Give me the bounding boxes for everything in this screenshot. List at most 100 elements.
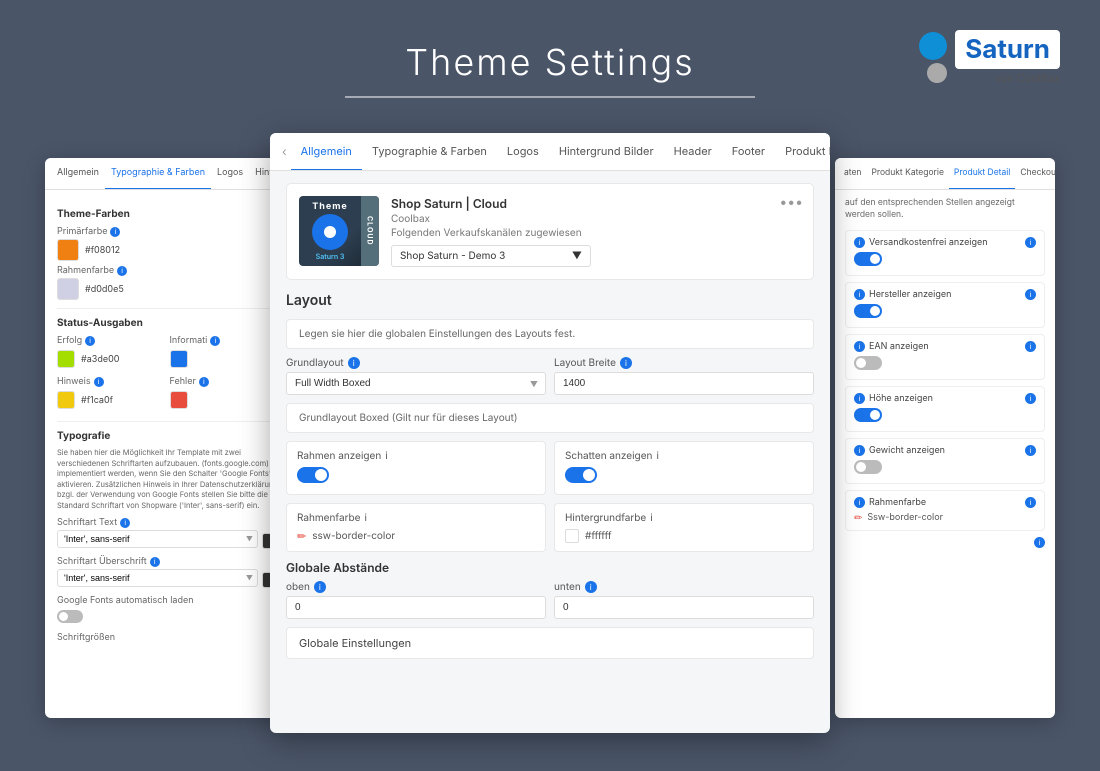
color-row-rahmen-hintergrund: Rahmenfarbe i ✏ ssw-border-color Hinterg…: [286, 503, 814, 552]
rahmenfarbe-group: Rahmenfarbe i ✏ ssw-border-color: [286, 503, 546, 552]
rahmenfarbe-pencil-icon[interactable]: ✏: [297, 529, 306, 543]
right-tab-aten[interactable]: aten: [839, 158, 866, 190]
tab-allgemein[interactable]: Allgemein: [291, 133, 362, 171]
left-border-value: #d0d0e5: [85, 284, 124, 295]
left-hint-info-icon[interactable]: i: [94, 377, 104, 387]
right-gewicht-toggle[interactable]: [854, 460, 882, 474]
oben-info-icon[interactable]: i: [314, 581, 326, 593]
left-font-text-info-icon[interactable]: i: [120, 518, 130, 528]
unten-info-icon[interactable]: i: [585, 581, 597, 593]
tab-produkt-kat[interactable]: Produkt Kategorie: [775, 133, 830, 171]
tab-typo[interactable]: Typographie & Farben: [362, 133, 497, 171]
layout-breite-label: Layout Breite i: [554, 357, 814, 369]
left-info-info-icon[interactable]: i: [210, 336, 220, 346]
hintergrundfarbe-label: Hintergrundfarbe i: [565, 512, 803, 524]
hintergrundfarbe-swatch[interactable]: [565, 529, 579, 543]
shop-dots-menu[interactable]: •••: [779, 194, 803, 211]
left-font-text-select[interactable]: 'Inter', sans-serif: [57, 530, 258, 548]
shop-company: Coolbax: [391, 213, 591, 225]
right-panel-content: auf den entsprechenden Stellen angezeigt…: [835, 190, 1055, 556]
left-success-info-icon[interactable]: i: [85, 336, 95, 346]
right-tab-checkout[interactable]: Checkout: [1015, 158, 1055, 190]
left-border-swatch[interactable]: [57, 278, 79, 300]
logo-sub: von CoolBax: [955, 71, 1060, 85]
logo-circles: [919, 32, 947, 83]
right-tab-produkt-detail[interactable]: Produkt Detail: [949, 158, 1015, 190]
left-status-info: Informati i: [170, 335, 279, 372]
hintergrundfarbe-info-icon[interactable]: i: [650, 512, 652, 524]
left-hint-swatch[interactable]: [57, 391, 75, 409]
layout-section-title: Layout: [286, 292, 814, 309]
right-gewicht-info2[interactable]: i: [1025, 445, 1036, 456]
right-versandkostenfrei-toggle[interactable]: [854, 252, 882, 266]
schatten-label: Schatten anzeigen i: [565, 450, 803, 462]
logo-text-wrap: Saturn von CoolBax: [955, 30, 1060, 85]
left-info-swatch[interactable]: [170, 350, 188, 368]
right-hersteller-info2[interactable]: i: [1025, 289, 1036, 300]
tab-hintergrund[interactable]: Hintergrund Bilder: [549, 133, 664, 171]
rahmenfarbe-info-icon[interactable]: i: [364, 512, 366, 524]
right-ean-info2[interactable]: i: [1025, 341, 1036, 352]
left-tab-allgemein[interactable]: Allgemein: [51, 158, 105, 190]
right-gewicht-label: i Gewicht anzeigen i: [854, 445, 1036, 456]
right-ean-toggle[interactable]: [854, 356, 882, 370]
logo-circle-gray: [927, 63, 947, 83]
unten-input[interactable]: [554, 596, 814, 619]
rahmenfarbe-input-wrap: ✏ ssw-border-color: [297, 529, 535, 543]
page-header: Theme Settings Saturn von CoolBax: [0, 0, 1100, 118]
rahmen-info-icon[interactable]: i: [385, 450, 387, 462]
left-font-headline-info-icon[interactable]: i: [150, 557, 160, 567]
left-google-fonts-toggle[interactable]: [57, 610, 83, 623]
schatten-toggle-group: Schatten anzeigen i: [554, 441, 814, 495]
right-hersteller-toggle[interactable]: [854, 304, 882, 318]
grundlayout-group: Grundlayout i Full Width Boxed: [286, 357, 546, 395]
left-error-swatch[interactable]: [170, 391, 188, 409]
left-success-swatch[interactable]: [57, 350, 75, 368]
left-error-info-icon[interactable]: i: [199, 377, 209, 387]
unten-label: unten i: [554, 581, 814, 593]
right-rahmenfarbe-info2[interactable]: i: [1025, 497, 1036, 508]
shop-logo-box: Theme Saturn 3 CLOUD: [299, 196, 379, 266]
tab-header[interactable]: Header: [664, 133, 722, 171]
layout-breite-info-icon[interactable]: i: [620, 357, 632, 369]
grundlayout-select[interactable]: Full Width Boxed: [286, 372, 546, 395]
left-font-headline-select[interactable]: 'Inter', sans-serif: [57, 569, 258, 587]
schatten-toggle[interactable]: [565, 467, 597, 483]
left-primary-color-row: #f08012: [57, 239, 278, 261]
left-primary-info-icon[interactable]: i: [110, 227, 120, 237]
right-hoehe-info2[interactable]: i: [1025, 393, 1036, 404]
tab-footer[interactable]: Footer: [722, 133, 775, 171]
left-divider: [57, 308, 278, 309]
page-title: Theme Settings: [345, 40, 754, 98]
rahmen-toggle[interactable]: [297, 467, 329, 483]
left-primary-label: Primärfarbe i: [57, 226, 278, 237]
left-tab-typo[interactable]: Typographie & Farben: [105, 158, 211, 190]
right-tab-produkt-kat[interactable]: Produkt Kategorie: [866, 158, 948, 190]
oben-label: oben i: [286, 581, 546, 593]
globale-einstellungen-box: Globale Einstellungen: [286, 627, 814, 659]
tab-logos[interactable]: Logos: [497, 133, 549, 171]
shop-channel-dropdown[interactable]: Shop Saturn - Demo 3 ▼: [391, 245, 591, 267]
schatten-info-icon[interactable]: i: [656, 450, 658, 462]
left-primary-swatch[interactable]: [57, 239, 79, 261]
dropdown-chevron: ▼: [572, 250, 582, 262]
grundlayout-info-icon[interactable]: i: [348, 357, 360, 369]
tab-prev-arrow[interactable]: ‹: [278, 144, 291, 159]
left-border-info-icon[interactable]: i: [117, 266, 127, 276]
right-hersteller-label: i Hersteller anzeigen i: [854, 289, 1036, 300]
grundlayout-select-wrap: Full Width Boxed: [286, 372, 546, 395]
left-tab-logos[interactable]: Logos: [211, 158, 249, 190]
logo-area: Saturn von CoolBax: [919, 30, 1060, 85]
left-font-headline-row: 'Inter', sans-serif: [57, 569, 278, 591]
oben-input[interactable]: [286, 596, 546, 619]
rahmenfarbe-value: ssw-border-color: [312, 530, 535, 542]
left-border-color-row: #d0d0e5: [57, 278, 278, 300]
right-versandkostenfrei-info2[interactable]: i: [1025, 237, 1036, 248]
grundlayout-label: Grundlayout i: [286, 357, 546, 369]
right-rahmenfarbe-label: i Rahmenfarbe i: [854, 497, 1036, 508]
right-rahmenfarbe-pencil-icon[interactable]: ✏: [854, 512, 862, 524]
layout-breite-input[interactable]: [554, 372, 814, 395]
right-hersteller-item: i Hersteller anzeigen i: [845, 282, 1045, 328]
left-panel-content: Theme-Farben Primärfarbe i #f08012 Rahme…: [45, 190, 290, 655]
right-hoehe-toggle[interactable]: [854, 408, 882, 422]
